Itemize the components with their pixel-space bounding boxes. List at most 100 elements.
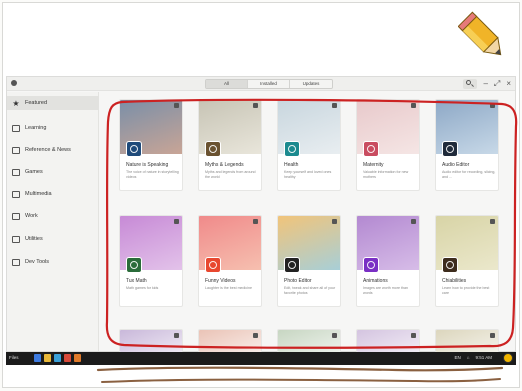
sidebar-item-learning[interactable]: Learning xyxy=(7,121,99,135)
sidebar-item-label: Work xyxy=(25,213,38,219)
install-status-icon xyxy=(174,103,179,108)
app-name: Tux Math xyxy=(126,278,147,284)
app-icon xyxy=(126,257,142,273)
work-icon xyxy=(12,212,20,220)
tab-updates[interactable]: Updates xyxy=(290,80,332,88)
app-name: Health xyxy=(284,162,299,168)
install-status-icon xyxy=(174,219,179,224)
pencil-icon xyxy=(458,11,502,56)
page: All Installed Updates – ⤢ × ★ Featured L… xyxy=(0,0,522,391)
app-description: Math games for kids xyxy=(126,286,159,290)
install-status-icon xyxy=(490,103,495,108)
app-description: Keep yourself and loved ones healthy xyxy=(284,170,332,179)
sidebar-item-dev-tools[interactable]: Dev Tools xyxy=(7,255,99,269)
app-description: Valuable information for new mothers xyxy=(363,170,409,179)
install-status-icon xyxy=(332,103,337,108)
star-icon: ★ xyxy=(12,98,20,108)
app-icon xyxy=(284,257,300,273)
app-card[interactable] xyxy=(198,329,262,353)
app-name: Chiabilities xyxy=(442,278,467,284)
network-icon[interactable]: ⌂ xyxy=(467,355,470,360)
install-status-icon xyxy=(332,333,337,338)
app-name: Audio Editor xyxy=(442,162,470,168)
install-status-icon xyxy=(253,333,258,338)
app-card[interactable] xyxy=(435,329,499,353)
app-description: Myths and legends from around the world xyxy=(205,170,256,179)
devtools-icon xyxy=(12,258,20,266)
dock-app-icon[interactable] xyxy=(44,354,51,362)
sidebar-item-label: Games xyxy=(25,169,43,175)
app-icon xyxy=(442,257,458,273)
app-icon xyxy=(363,141,379,157)
sidebar-item-featured[interactable]: ★ Featured xyxy=(7,96,99,110)
app-glyph-icon xyxy=(288,261,296,269)
minimize-button[interactable]: – xyxy=(483,78,487,90)
sidebar-item-games[interactable]: Games xyxy=(7,165,99,179)
app-name: Nature is Speaking xyxy=(126,162,169,168)
app-name: Maternity xyxy=(363,162,384,168)
app-icon xyxy=(126,141,142,157)
brown-underline-scribble xyxy=(96,366,504,383)
app-card[interactable]: Tux Math Math games for kids xyxy=(119,215,183,307)
app-card[interactable]: Animations Images are worth more than wor… xyxy=(356,215,420,307)
app-icon xyxy=(205,257,221,273)
app-icon xyxy=(363,257,379,273)
install-status-icon xyxy=(253,103,258,108)
sidebar-item-label: Featured xyxy=(25,100,48,106)
app-card[interactable]: Health Keep yourself and loved ones healt… xyxy=(277,99,341,191)
sidebar-item-work[interactable]: Work xyxy=(7,209,99,223)
app-glyph-icon xyxy=(209,145,217,153)
search-button[interactable] xyxy=(463,79,478,89)
sidebar-item-label: Reference & News xyxy=(25,147,71,153)
app-card[interactable]: Audio Editor Audio editor for recording, … xyxy=(435,99,499,191)
system-tray: EN ⌂ 9:51 AM xyxy=(455,355,493,360)
install-status-icon xyxy=(490,219,495,224)
app-card[interactable]: Photo Editor Edit, tweak and share all of… xyxy=(277,215,341,307)
app-card[interactable]: Funny Videos Laughter is the best medicin… xyxy=(198,215,262,307)
featured-apps-grid: Nature is Speaking The voice of nature in… xyxy=(119,99,507,353)
app-window: All Installed Updates – ⤢ × ★ Featured L… xyxy=(6,76,516,353)
app-card[interactable]: Maternity Valuable information for new mo… xyxy=(356,99,420,191)
user-avatar[interactable] xyxy=(503,353,513,363)
tab-all[interactable]: All xyxy=(206,80,248,88)
app-card[interactable] xyxy=(356,329,420,353)
activities-button[interactable]: Files xyxy=(9,355,19,360)
app-description: Laughter is the best medicine xyxy=(205,286,252,290)
window-titlebar: All Installed Updates – ⤢ × xyxy=(7,77,515,91)
app-card[interactable]: Chiabilities Learn how to provide the bes… xyxy=(435,215,499,307)
sidebar-item-multimedia[interactable]: Multimedia xyxy=(7,187,99,201)
app-card[interactable]: Myths & Legends Myths and legends from ar… xyxy=(198,99,262,191)
app-name: Myths & Legends xyxy=(205,162,244,168)
app-glyph-icon xyxy=(288,145,296,153)
learning-icon xyxy=(12,124,20,132)
window-menu-icon[interactable] xyxy=(11,80,17,86)
install-status-icon xyxy=(490,333,495,338)
app-card[interactable] xyxy=(277,329,341,353)
close-button[interactable]: × xyxy=(506,78,511,90)
keyboard-layout-indicator[interactable]: EN xyxy=(455,355,461,360)
app-glyph-icon xyxy=(367,261,375,269)
app-card[interactable] xyxy=(119,329,183,353)
reference-icon xyxy=(12,146,20,154)
app-name: Animations xyxy=(363,278,388,284)
utilities-icon xyxy=(12,235,20,243)
dock-app-icon[interactable] xyxy=(74,354,81,362)
sidebar-item-utilities[interactable]: Utilities xyxy=(7,232,99,246)
sidebar-item-label: Dev Tools xyxy=(25,259,50,265)
install-status-icon xyxy=(411,219,416,224)
tab-installed[interactable]: Installed xyxy=(248,80,290,88)
dock-app-icon[interactable] xyxy=(64,354,71,362)
app-glyph-icon xyxy=(446,145,454,153)
sidebar-item-reference-news[interactable]: Reference & News xyxy=(7,143,99,157)
app-name: Photo Editor xyxy=(284,278,312,284)
maximize-button[interactable]: ⤢ xyxy=(494,78,500,90)
dock-app-icon[interactable] xyxy=(34,354,41,362)
multimedia-icon xyxy=(12,190,20,198)
view-tabs: All Installed Updates xyxy=(205,79,333,89)
sidebar-item-label: Utilities xyxy=(25,236,43,242)
app-card[interactable]: Nature is Speaking The voice of nature in… xyxy=(119,99,183,191)
sidebar-item-label: Multimedia xyxy=(25,191,52,197)
clock[interactable]: 9:51 AM xyxy=(475,355,492,360)
app-glyph-icon xyxy=(130,145,138,153)
dock-app-icon[interactable] xyxy=(54,354,61,362)
